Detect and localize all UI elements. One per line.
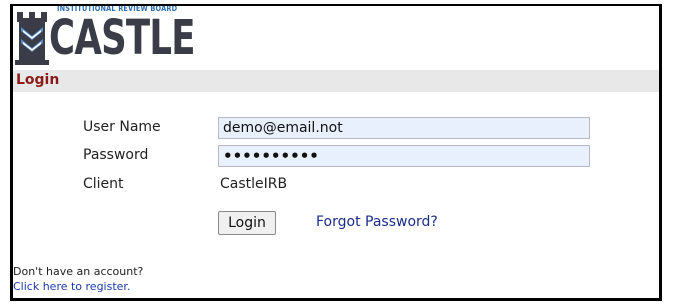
client-label: Client <box>83 176 124 192</box>
login-button[interactable]: Login <box>218 211 276 235</box>
castle-irb-logo: INSTITUTIONAL REVIEW BOARD CASTLE <box>13 6 198 70</box>
login-section-bar: Login <box>13 70 659 92</box>
password-field[interactable]: •••••••••• <box>218 145 590 167</box>
register-link[interactable]: Click here to register. <box>13 280 130 293</box>
username-label: User Name <box>83 119 161 135</box>
no-account-text: Don't have an account? <box>13 265 144 278</box>
logo-wordmark: CASTLE <box>49 10 196 66</box>
login-page-frame: INSTITUTIONAL REVIEW BOARD CASTLE Login … <box>10 4 662 301</box>
forgot-password-link[interactable]: Forgot Password? <box>316 214 438 230</box>
username-field[interactable]: demo@email.not <box>218 117 590 139</box>
password-label: Password <box>83 147 149 163</box>
castle-tower-icon <box>15 12 49 65</box>
client-value: CastleIRB <box>220 176 288 192</box>
page-title: Login <box>16 72 60 88</box>
